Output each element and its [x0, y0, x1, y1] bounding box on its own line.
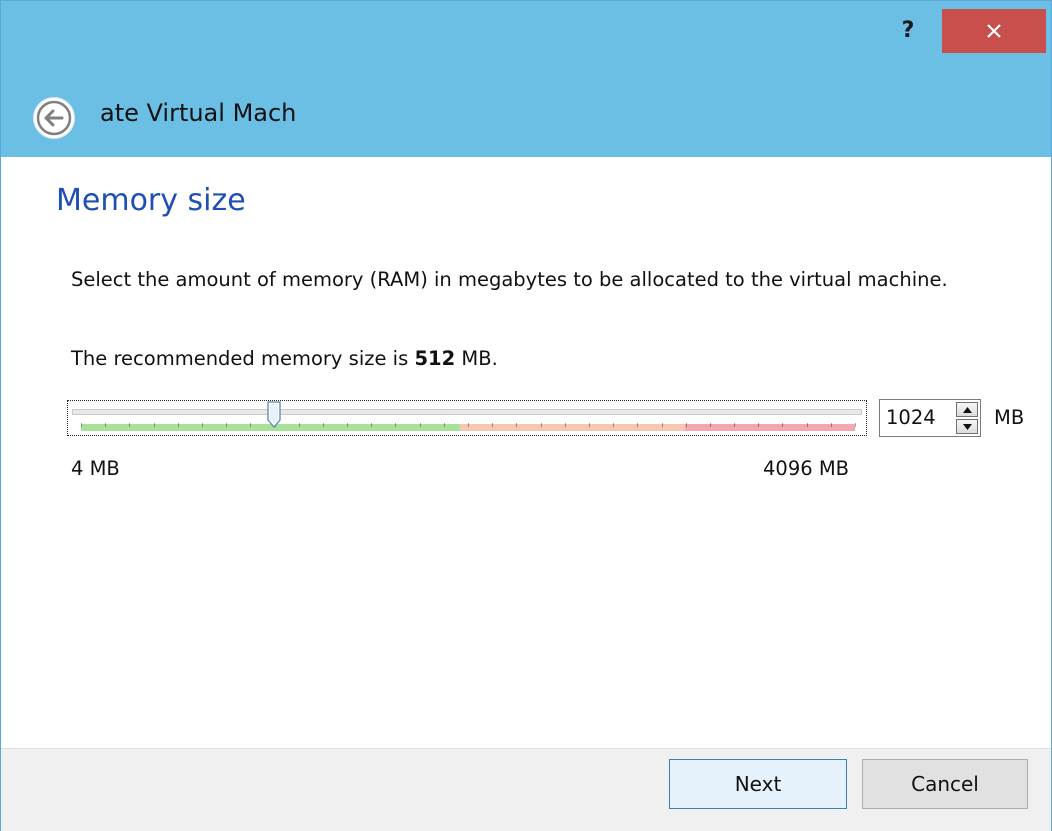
slider-tick	[709, 423, 711, 427]
slider-tick	[637, 423, 639, 427]
cancel-button[interactable]: Cancel	[862, 759, 1028, 809]
slider-ticks	[81, 423, 856, 427]
wizard-footer: Next Cancel	[1, 748, 1051, 831]
slider-tick	[129, 423, 131, 427]
slider-tick	[855, 423, 856, 427]
slider-tick	[347, 423, 349, 427]
memory-slider[interactable]	[67, 400, 867, 436]
close-icon	[987, 24, 1001, 38]
slider-max-label: 4096 MB	[763, 457, 850, 480]
recommend-prefix: The recommended memory size is	[71, 347, 415, 370]
slider-tick	[419, 423, 421, 427]
arrow-left-icon	[36, 100, 72, 136]
close-button[interactable]	[942, 9, 1046, 53]
page-title: Memory size	[56, 183, 246, 218]
memory-input[interactable]	[880, 400, 954, 436]
slider-handle[interactable]	[267, 401, 281, 429]
slider-tick	[81, 423, 82, 427]
slider-tick	[685, 423, 687, 427]
slider-tick	[105, 423, 107, 427]
slider-tick	[443, 423, 445, 427]
dialog-window: ? ate Virtual Mach Memory size Select th…	[0, 0, 1052, 831]
slider-min-label: 4 MB	[71, 457, 120, 480]
slider-tick	[468, 423, 469, 427]
triangle-down-icon	[962, 423, 972, 430]
slider-tick	[613, 423, 615, 427]
wizard-title: ate Virtual Mach	[100, 99, 297, 127]
slider-tick	[782, 423, 784, 427]
slider-tick	[492, 423, 494, 427]
page-description: Select the amount of memory (RAM) in meg…	[71, 268, 948, 291]
help-label: ?	[901, 17, 915, 43]
slider-tick	[395, 423, 397, 427]
slider-tick	[153, 423, 155, 427]
slider-tick	[322, 423, 324, 427]
slider-groove	[72, 409, 862, 415]
slider-tick	[516, 423, 518, 427]
slider-tick	[734, 423, 736, 427]
recommend-value: 512	[414, 347, 456, 370]
slider-tick	[758, 423, 760, 427]
slider-tick	[830, 423, 832, 427]
wizard-page: Memory size Select the amount of memory …	[1, 157, 1051, 748]
slider-tick	[177, 423, 179, 427]
recommend-suffix: MB.	[455, 347, 498, 370]
recommended-memory-text: The recommended memory size is 512 MB.	[71, 347, 498, 370]
slider-tick	[201, 423, 203, 427]
slider-tick	[371, 423, 373, 427]
title-bar: ?	[1, 1, 1051, 67]
triangle-up-icon	[962, 406, 972, 413]
memory-unit-label: MB	[994, 406, 1025, 429]
slider-tick	[588, 423, 590, 427]
spin-down-button[interactable]	[956, 419, 978, 434]
slider-tick	[250, 423, 252, 427]
slider-tick	[806, 423, 808, 427]
slider-tick	[298, 423, 300, 427]
memory-spinbox[interactable]	[879, 399, 981, 437]
slider-tick	[226, 423, 228, 427]
next-button[interactable]: Next	[669, 759, 847, 809]
spin-up-button[interactable]	[956, 402, 978, 417]
back-button[interactable]	[33, 97, 75, 139]
slider-tick	[540, 423, 542, 427]
help-button[interactable]: ?	[885, 9, 931, 51]
slider-tick	[564, 423, 566, 427]
slider-tick	[661, 423, 663, 427]
wizard-header: ate Virtual Mach	[1, 67, 1051, 157]
